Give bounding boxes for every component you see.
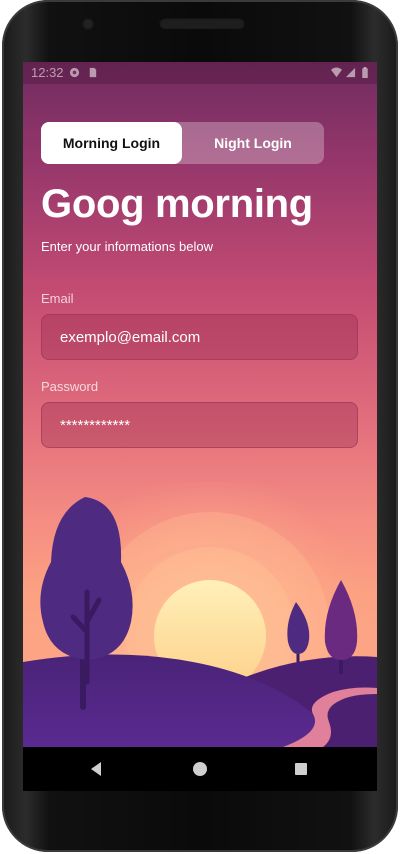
app-screen: 12:32 Morning Login Night Login Goog mor…	[23, 62, 377, 747]
cell-signal-icon	[345, 67, 356, 78]
email-field[interactable]	[41, 314, 358, 360]
recents-icon[interactable]	[291, 759, 311, 779]
settings-gear-icon	[69, 67, 80, 78]
earpiece-speaker	[159, 17, 245, 29]
navigation-bar	[23, 747, 377, 791]
front-camera-icon	[82, 18, 94, 30]
email-label: Email	[41, 291, 74, 306]
sim-card-icon	[89, 67, 97, 78]
status-time: 12:32	[31, 65, 64, 80]
tab-night-login[interactable]: Night Login	[182, 122, 324, 164]
home-icon[interactable]	[190, 759, 210, 779]
wifi-icon	[331, 67, 342, 78]
page-title: Goog morning	[41, 182, 313, 226]
battery-icon	[362, 67, 368, 78]
sunset-landscape-illustration	[23, 482, 377, 747]
password-field[interactable]	[41, 402, 358, 448]
login-mode-toggle: Morning Login Night Login	[41, 122, 324, 164]
back-icon[interactable]	[86, 759, 106, 779]
password-label: Password	[41, 379, 99, 394]
tab-morning-login[interactable]: Morning Login	[41, 122, 182, 164]
page-subtitle: Enter your informations below	[41, 239, 213, 254]
status-bar: 12:32	[23, 62, 377, 84]
